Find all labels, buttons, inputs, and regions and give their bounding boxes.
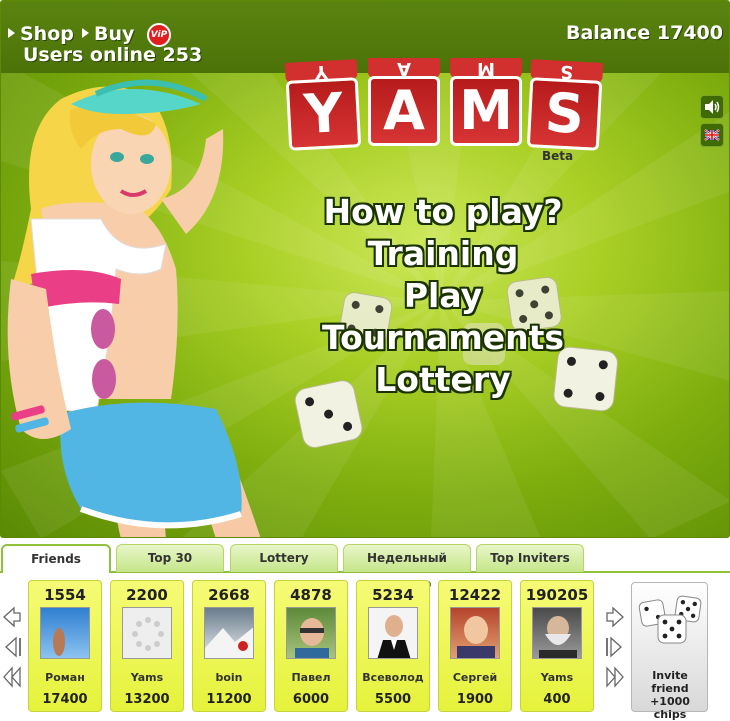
page-right-icon[interactable] — [605, 636, 625, 658]
menu-play[interactable]: Play — [311, 275, 575, 317]
friend-card[interactable]: 4878 Павел 6000 — [274, 580, 348, 712]
friend-avatar — [204, 607, 254, 659]
friend-score: 12422 — [448, 586, 502, 604]
friend-avatar — [450, 607, 500, 659]
first-page-icon[interactable] — [2, 666, 22, 688]
tab-top-inviters[interactable]: Top Inviters — [476, 544, 584, 572]
friend-chips: 13200 — [124, 692, 170, 707]
friend-avatar — [368, 607, 418, 659]
friend-score: 5234 — [372, 586, 414, 604]
friend-avatar — [122, 607, 172, 659]
arrow-left-icon[interactable] — [2, 606, 22, 628]
tab-lottery[interactable]: Lottery — [230, 544, 338, 572]
last-page-icon[interactable] — [605, 666, 625, 688]
arrow-right-icon[interactable] — [605, 606, 625, 628]
bottom-tabs: Friends Top 30 Lottery Недельный турнир … — [0, 544, 730, 591]
friend-chips: 5500 — [374, 692, 412, 707]
friend-card[interactable]: 190205 Yams 400 — [520, 580, 594, 712]
friend-name: Всеволод — [362, 671, 424, 684]
dice-icon — [638, 595, 702, 644]
menu-training[interactable]: Training — [311, 233, 575, 275]
friend-chips: 1900 — [456, 692, 494, 707]
friend-score: 2200 — [126, 586, 168, 604]
friend-avatar — [286, 607, 336, 659]
friend-card[interactable]: 5234 Всеволод 5500 — [356, 580, 430, 712]
friend-name: boin — [215, 671, 243, 684]
friend-name: Роман — [45, 671, 85, 684]
friend-chips: 11200 — [206, 692, 252, 707]
friend-name: Сергей — [452, 671, 498, 684]
girl-illustration — [7, 79, 261, 537]
friend-chips: 17400 — [42, 692, 88, 707]
friend-avatar — [532, 607, 582, 659]
tab-weekly-tournament[interactable]: Недельный турнир — [343, 544, 471, 591]
invite-line2: +1000 chips — [650, 695, 690, 721]
page-left-icon[interactable] — [2, 636, 22, 658]
main-menu: How to play? Training Play Tournaments L… — [311, 191, 575, 401]
menu-tournaments[interactable]: Tournaments — [311, 317, 575, 359]
friend-card[interactable]: 1554 Роман 17400 — [28, 580, 102, 712]
friend-chips: 400 — [543, 692, 571, 707]
tab-top-30[interactable]: Top 30 — [116, 544, 224, 572]
tab-friends[interactable]: Friends — [1, 544, 111, 573]
friend-score: 4878 — [290, 586, 332, 604]
friend-card[interactable]: 12422 Сергей 1900 — [438, 580, 512, 712]
friend-name: Yams — [130, 671, 164, 684]
invite-friend-button[interactable]: Invite friend +1000 chips — [631, 582, 708, 721]
friend-avatar — [40, 607, 90, 659]
invite-line1: Invite friend — [651, 669, 689, 695]
friend-chips: 6000 — [292, 692, 330, 707]
friend-name: Yams — [540, 671, 574, 684]
friend-name: Павел — [291, 671, 331, 684]
friend-card[interactable]: 2668 boin 11200 — [192, 580, 266, 712]
friend-card[interactable]: 2200 Yams 13200 — [110, 580, 184, 712]
friend-score: 2668 — [208, 586, 250, 604]
friend-score: 1554 — [44, 586, 86, 604]
menu-lottery[interactable]: Lottery — [311, 359, 575, 401]
game-area: Shop Buy ViP Users online 253 Balance 17… — [0, 0, 730, 538]
invite-label: Invite friend +1000 chips — [632, 669, 708, 721]
friend-score: 190205 — [525, 586, 589, 604]
menu-how-to-play[interactable]: How to play? — [311, 191, 575, 233]
